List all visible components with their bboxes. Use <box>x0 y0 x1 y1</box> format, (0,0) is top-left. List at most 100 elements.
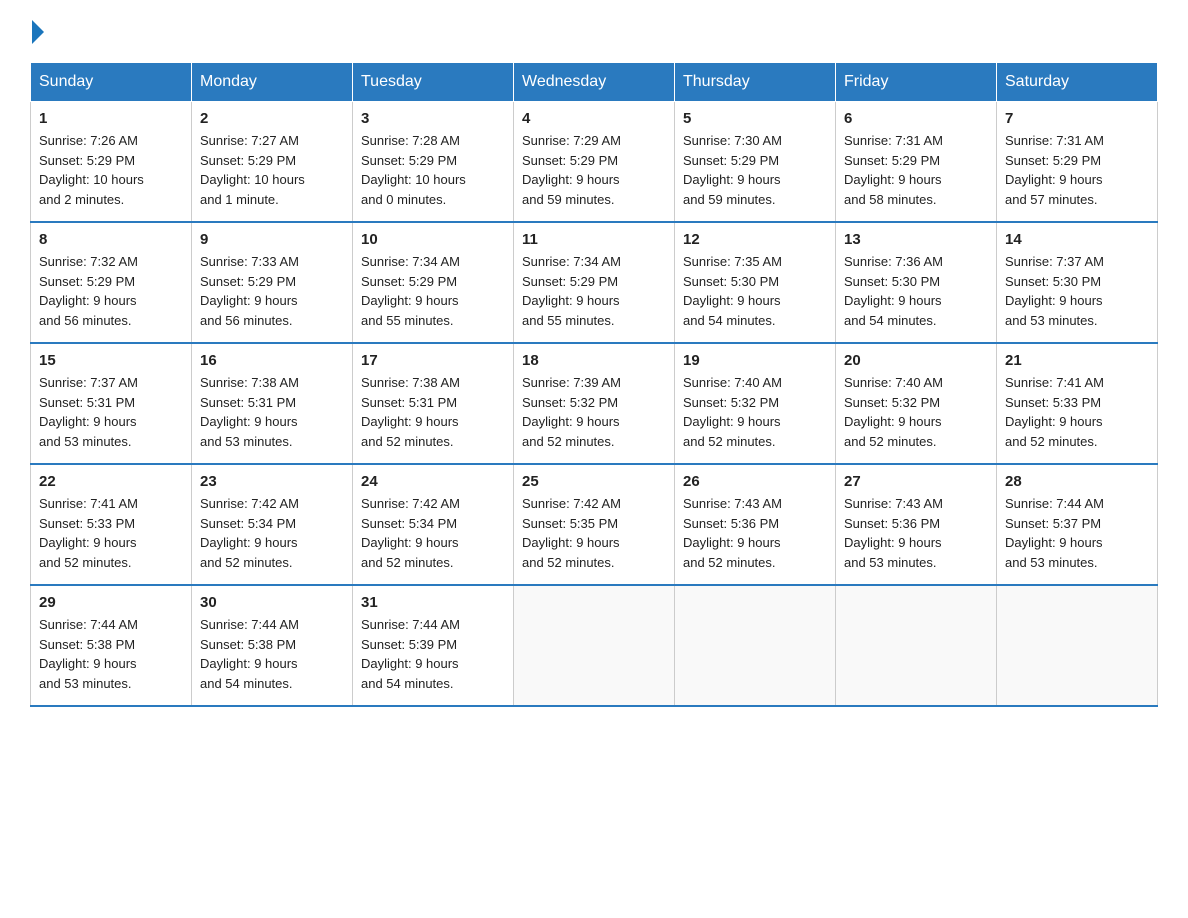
daylight-continuation: and 52 minutes. <box>844 434 937 449</box>
sunrise-text: Sunrise: 7:27 AM <box>200 133 299 148</box>
day-info: Sunrise: 7:42 AMSunset: 5:34 PMDaylight:… <box>361 494 505 572</box>
day-number: 18 <box>522 352 666 369</box>
daylight-continuation: and 54 minutes. <box>200 676 293 691</box>
sunset-text: Sunset: 5:39 PM <box>361 637 457 652</box>
sunset-text: Sunset: 5:29 PM <box>361 274 457 289</box>
sunrise-text: Sunrise: 7:32 AM <box>39 254 138 269</box>
daylight-continuation: and 59 minutes. <box>683 192 776 207</box>
day-info: Sunrise: 7:27 AMSunset: 5:29 PMDaylight:… <box>200 131 344 209</box>
sunrise-text: Sunrise: 7:26 AM <box>39 133 138 148</box>
day-number: 30 <box>200 594 344 611</box>
page-header <box>30 20 1158 46</box>
sunset-text: Sunset: 5:33 PM <box>1005 395 1101 410</box>
daylight-text: Daylight: 9 hours <box>683 293 781 308</box>
logo <box>30 20 44 46</box>
daylight-text: Daylight: 9 hours <box>1005 172 1103 187</box>
sunrise-text: Sunrise: 7:29 AM <box>522 133 621 148</box>
daylight-text: Daylight: 9 hours <box>683 172 781 187</box>
sunrise-text: Sunrise: 7:44 AM <box>39 617 138 632</box>
daylight-continuation: and 52 minutes. <box>1005 434 1098 449</box>
calendar-cell: 31Sunrise: 7:44 AMSunset: 5:39 PMDayligh… <box>353 585 514 706</box>
sunrise-text: Sunrise: 7:43 AM <box>844 496 943 511</box>
day-number: 31 <box>361 594 505 611</box>
sunrise-text: Sunrise: 7:37 AM <box>39 375 138 390</box>
day-number: 26 <box>683 473 827 490</box>
calendar-cell: 18 Sunrise: 7:39 AMSunset: 5:32 PMDayligh… <box>514 343 675 464</box>
calendar-cell: 19Sunrise: 7:40 AMSunset: 5:32 PMDayligh… <box>675 343 836 464</box>
day-info: Sunrise: 7:44 AMSunset: 5:37 PMDaylight:… <box>1005 494 1149 572</box>
week-row-4: 22Sunrise: 7:41 AMSunset: 5:33 PMDayligh… <box>31 464 1158 585</box>
daylight-text: Daylight: 9 hours <box>200 293 298 308</box>
day-number: 27 <box>844 473 988 490</box>
sunrise-text: Sunrise: 7:42 AM <box>522 496 621 511</box>
day-number: 16 <box>200 352 344 369</box>
sunrise-text: Sunrise: 7:35 AM <box>683 254 782 269</box>
day-number: 15 <box>39 352 183 369</box>
sunset-text: Sunset: 5:33 PM <box>39 516 135 531</box>
daylight-text: Daylight: 10 hours <box>200 172 305 187</box>
calendar-cell: 1Sunrise: 7:26 AMSunset: 5:29 PMDaylight… <box>31 102 192 223</box>
day-number: 3 <box>361 110 505 127</box>
day-number: 4 <box>522 110 666 127</box>
calendar-cell: 25Sunrise: 7:42 AMSunset: 5:35 PMDayligh… <box>514 464 675 585</box>
calendar-cell: 6Sunrise: 7:31 AMSunset: 5:29 PMDaylight… <box>836 102 997 223</box>
sunset-text: Sunset: 5:30 PM <box>683 274 779 289</box>
daylight-text: Daylight: 9 hours <box>361 293 459 308</box>
sunset-text: Sunset: 5:31 PM <box>361 395 457 410</box>
sunrise-text: Sunrise: 7:41 AM <box>1005 375 1104 390</box>
day-info: Sunrise: 7:43 AMSunset: 5:36 PMDaylight:… <box>683 494 827 572</box>
calendar-cell: 13Sunrise: 7:36 AMSunset: 5:30 PMDayligh… <box>836 222 997 343</box>
day-info: Sunrise: 7:44 AMSunset: 5:38 PMDaylight:… <box>200 615 344 693</box>
daylight-continuation: and 52 minutes. <box>361 434 454 449</box>
daylight-text: Daylight: 9 hours <box>1005 535 1103 550</box>
daylight-continuation: and 53 minutes. <box>39 676 132 691</box>
calendar-cell: 20Sunrise: 7:40 AMSunset: 5:32 PMDayligh… <box>836 343 997 464</box>
daylight-text: Daylight: 9 hours <box>361 535 459 550</box>
sunrise-text: Sunrise: 7:37 AM <box>1005 254 1104 269</box>
daylight-text: Daylight: 9 hours <box>683 414 781 429</box>
daylight-text: Daylight: 9 hours <box>361 414 459 429</box>
sunrise-text: Sunrise: 7:40 AM <box>844 375 943 390</box>
day-number: 11 <box>522 231 666 248</box>
sunset-text: Sunset: 5:31 PM <box>200 395 296 410</box>
day-info: Sunrise: 7:32 AMSunset: 5:29 PMDaylight:… <box>39 252 183 330</box>
day-info: Sunrise: 7:37 AMSunset: 5:30 PMDaylight:… <box>1005 252 1149 330</box>
day-info: Sunrise: 7:40 AMSunset: 5:32 PMDaylight:… <box>683 373 827 451</box>
daylight-continuation: and 54 minutes. <box>361 676 454 691</box>
sunset-text: Sunset: 5:31 PM <box>39 395 135 410</box>
day-info: Sunrise: 7:29 AMSunset: 5:29 PMDaylight:… <box>522 131 666 209</box>
calendar-cell: 7Sunrise: 7:31 AMSunset: 5:29 PMDaylight… <box>997 102 1158 223</box>
daylight-text: Daylight: 9 hours <box>844 414 942 429</box>
daylight-continuation: and 52 minutes. <box>200 555 293 570</box>
daylight-text: Daylight: 9 hours <box>200 535 298 550</box>
week-row-2: 8Sunrise: 7:32 AMSunset: 5:29 PMDaylight… <box>31 222 1158 343</box>
sunset-text: Sunset: 5:32 PM <box>683 395 779 410</box>
sunset-text: Sunset: 5:32 PM <box>844 395 940 410</box>
column-header-monday: Monday <box>192 63 353 102</box>
day-info: Sunrise: 7:44 AMSunset: 5:38 PMDaylight:… <box>39 615 183 693</box>
calendar-cell <box>836 585 997 706</box>
daylight-text: Daylight: 9 hours <box>683 535 781 550</box>
sunrise-text: Sunrise: 7:34 AM <box>522 254 621 269</box>
day-number: 14 <box>1005 231 1149 248</box>
day-info: Sunrise: 7:38 AMSunset: 5:31 PMDaylight:… <box>200 373 344 451</box>
day-info: Sunrise: 7:26 AMSunset: 5:29 PMDaylight:… <box>39 131 183 209</box>
sunset-text: Sunset: 5:38 PM <box>39 637 135 652</box>
daylight-continuation: and 52 minutes. <box>683 555 776 570</box>
sunrise-text: Sunrise: 7:44 AM <box>200 617 299 632</box>
day-info: Sunrise: 7:36 AMSunset: 5:30 PMDaylight:… <box>844 252 988 330</box>
daylight-continuation: and 55 minutes. <box>522 313 615 328</box>
daylight-text: Daylight: 9 hours <box>844 293 942 308</box>
day-info: Sunrise: 7:38 AMSunset: 5:31 PMDaylight:… <box>361 373 505 451</box>
sunset-text: Sunset: 5:34 PM <box>361 516 457 531</box>
calendar-cell: 8Sunrise: 7:32 AMSunset: 5:29 PMDaylight… <box>31 222 192 343</box>
sunrise-text: Sunrise: 7:31 AM <box>1005 133 1104 148</box>
day-number: 7 <box>1005 110 1149 127</box>
daylight-text: Daylight: 9 hours <box>522 414 620 429</box>
sunset-text: Sunset: 5:29 PM <box>361 153 457 168</box>
daylight-continuation: and 53 minutes. <box>200 434 293 449</box>
calendar-cell: 15Sunrise: 7:37 AMSunset: 5:31 PMDayligh… <box>31 343 192 464</box>
day-info: Sunrise: 7:39 AMSunset: 5:32 PMDaylight:… <box>522 373 666 451</box>
week-row-5: 29Sunrise: 7:44 AMSunset: 5:38 PMDayligh… <box>31 585 1158 706</box>
daylight-text: Daylight: 10 hours <box>361 172 466 187</box>
